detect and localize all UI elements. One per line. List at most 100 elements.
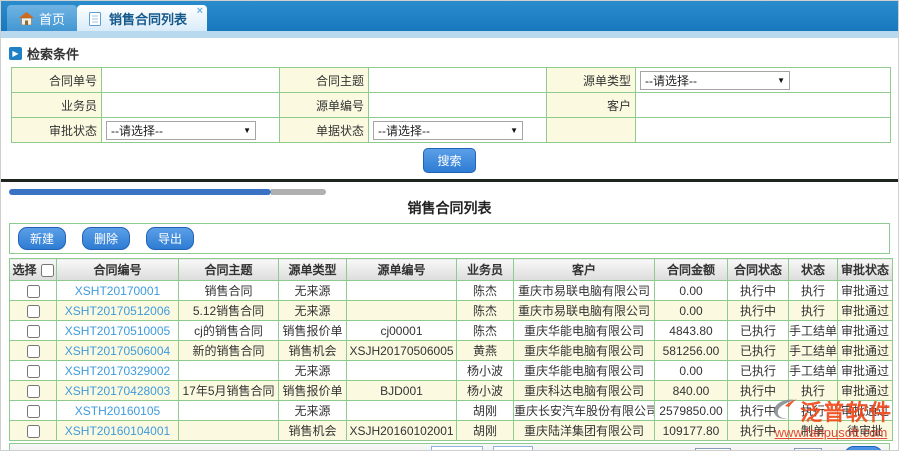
table-header-row: 选择合同编号合同主题源单类型源单编号业务员客户合同金额合同状态状态审批状态 xyxy=(10,259,893,281)
doc-status-label: 单据状态 xyxy=(280,118,369,143)
per-page-controls: 每页显示 条 转到第 页 GO xyxy=(642,446,883,451)
page-size-input[interactable] xyxy=(695,448,731,451)
goto-label: 转到第 xyxy=(753,448,789,451)
collapse-arrow-icon[interactable]: ▶ xyxy=(9,47,22,60)
next-page-link[interactable]: 下一页 xyxy=(431,446,483,451)
cell-合同金额: 581256.00 xyxy=(655,341,728,361)
table-row: XSHT20170506004 新的销售合同销售机会XSJH20170506005… xyxy=(10,341,893,361)
source-no-label: 源单编号 xyxy=(280,93,369,118)
cell-审批状态: 审批通过 xyxy=(838,401,893,421)
per-page-unit: 条 xyxy=(736,448,748,451)
tab-home[interactable]: 首页 xyxy=(7,5,77,31)
contract-number-link[interactable]: XSHT20170428003 xyxy=(65,384,170,398)
cell-状态: 执行 xyxy=(789,401,838,421)
close-tab-icon[interactable]: × xyxy=(197,6,203,16)
table-row: XSHT20160104001销售机会XSJH20160102001胡刚重庆陆洋… xyxy=(10,421,893,441)
column-header-2: 合同主题 xyxy=(179,259,279,281)
cell-状态: 手工结单 xyxy=(789,321,838,341)
empty-label-cell xyxy=(547,118,636,143)
contract-no-input[interactable] xyxy=(102,68,280,93)
scrollbar-thumb[interactable] xyxy=(9,189,271,195)
cell-合同状态: 已执行 xyxy=(728,361,789,381)
contracts-table: 选择合同编号合同主题源单类型源单编号业务员客户合同金额合同状态状态审批状态 XS… xyxy=(9,258,893,441)
row-checkbox[interactable] xyxy=(27,345,40,358)
document-icon xyxy=(89,12,104,25)
cell-源单类型: 销售机会 xyxy=(279,341,347,361)
cell-源单类型: 销售报价单 xyxy=(279,321,347,341)
row-checkbox[interactable] xyxy=(27,385,40,398)
search-button[interactable]: 搜索 xyxy=(423,148,475,173)
cell-审批状态: 审批通过 xyxy=(838,341,893,361)
select-all-checkbox[interactable] xyxy=(41,264,54,277)
cell-审批状态: 审批通过 xyxy=(838,301,893,321)
column-header-5: 业务员 xyxy=(457,259,514,281)
export-button[interactable]: 导出 xyxy=(146,227,194,250)
cell-源单类型: 无来源 xyxy=(279,301,347,321)
row-checkbox[interactable] xyxy=(27,305,40,318)
contract-number-link[interactable]: XSTH20160105 xyxy=(75,404,160,418)
cell-状态: 手工结单 xyxy=(789,341,838,361)
column-header-0: 选择 xyxy=(10,259,57,281)
cell-业务员: 陈杰 xyxy=(457,281,514,301)
cell-合同主题 xyxy=(179,421,279,441)
last-page-link[interactable]: 末页 xyxy=(493,446,533,451)
cell-源单编号: XSJH20170506005 xyxy=(347,341,457,361)
search-section-title: 检索条件 xyxy=(27,44,79,63)
contract-number-link[interactable]: XSHT20160104001 xyxy=(65,424,170,438)
source-no-input[interactable] xyxy=(369,93,547,118)
contract-number-link[interactable]: XSHT20170506004 xyxy=(65,344,170,358)
salesperson-input[interactable] xyxy=(102,93,280,118)
home-icon xyxy=(19,12,34,25)
chevron-down-icon: ▼ xyxy=(510,126,518,135)
contract-number-link[interactable]: XSHT20170329002 xyxy=(65,364,170,378)
cell-合同金额: 840.00 xyxy=(655,381,728,401)
cell-合同金额: 0.00 xyxy=(655,301,728,321)
column-header-4: 源单编号 xyxy=(347,259,457,281)
cell-源单编号 xyxy=(347,401,457,421)
contract-number-link[interactable]: XSHT20170512006 xyxy=(65,304,170,318)
tab-sales-contract-list[interactable]: 销售合同列表 × xyxy=(77,5,207,31)
cell-源单类型: 销售报价单 xyxy=(279,381,347,401)
source-type-select-value: --请选择-- xyxy=(645,72,697,89)
subject-label: 合同主题 xyxy=(280,68,369,93)
row-checkbox[interactable] xyxy=(27,325,40,338)
source-type-select[interactable]: --请选择-- ▼ xyxy=(640,71,790,90)
subject-input[interactable] xyxy=(369,68,547,93)
table-row: XSHT201705120065.12销售合同无来源陈杰重庆市易联电脑有限公司0… xyxy=(10,301,893,321)
table-row: XSHT20170510005cj的销售合同销售报价单cj00001陈杰重庆华能… xyxy=(10,321,893,341)
new-button[interactable]: 新建 xyxy=(18,227,66,250)
doc-status-select[interactable]: --请选择-- ▼ xyxy=(373,121,523,140)
tabbar-substrip xyxy=(1,31,898,38)
row-checkbox[interactable] xyxy=(27,365,40,378)
chevron-down-icon: ▼ xyxy=(777,76,785,85)
go-button[interactable]: GO xyxy=(844,446,883,451)
contract-number-link[interactable]: XSHT20170001 xyxy=(75,284,160,298)
approval-status-label: 审批状态 xyxy=(12,118,102,143)
row-checkbox[interactable] xyxy=(27,405,40,418)
prev-page-link[interactable]: 上一页 xyxy=(385,448,421,451)
customer-input[interactable] xyxy=(636,93,891,118)
column-header-7: 合同金额 xyxy=(655,259,728,281)
cell-合同主题: cj的销售合同 xyxy=(179,321,279,341)
cell-审批状态: 审批通过 xyxy=(838,381,893,401)
cell-合同金额: 109177.80 xyxy=(655,421,728,441)
row-checkbox[interactable] xyxy=(27,425,40,438)
delete-button[interactable]: 删除 xyxy=(82,227,130,250)
cell-源单编号: BJD001 xyxy=(347,381,457,401)
horizontal-scrollbar[interactable] xyxy=(9,189,898,195)
search-section-header[interactable]: ▶ 检索条件 xyxy=(1,38,898,67)
cell-合同主题: 新的销售合同 xyxy=(179,341,279,361)
cell-合同状态: 执行中 xyxy=(728,401,789,421)
cell-合同主题 xyxy=(179,401,279,421)
contract-number-link[interactable]: XSHT20170510005 xyxy=(65,324,170,338)
cell-状态: 制单 xyxy=(789,421,838,441)
row-checkbox[interactable] xyxy=(27,285,40,298)
cell-源单编号: XSJH20160102001 xyxy=(347,421,457,441)
goto-page-input[interactable] xyxy=(794,448,822,451)
cell-源单类型: 无来源 xyxy=(279,281,347,301)
column-header-6: 客户 xyxy=(514,259,655,281)
cell-审批状态: 审批通过 xyxy=(838,361,893,381)
first-page-link[interactable]: 首页 xyxy=(351,448,375,451)
approval-status-select[interactable]: --请选择-- ▼ xyxy=(106,121,256,140)
scrollbar-track[interactable] xyxy=(271,189,326,195)
